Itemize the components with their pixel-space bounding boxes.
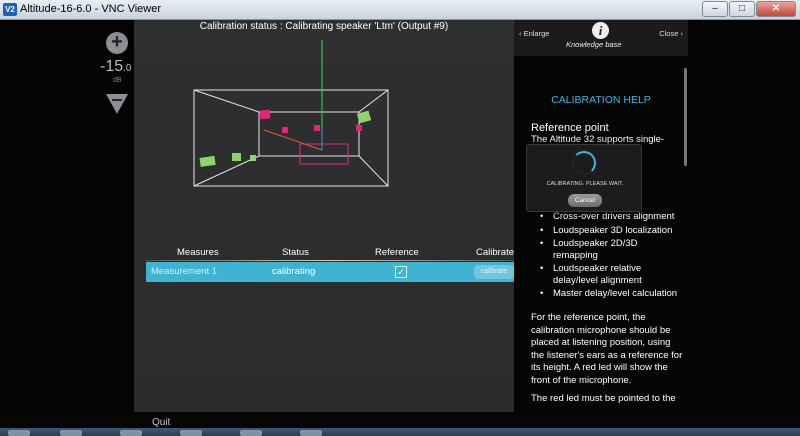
table-header-divider [146, 260, 514, 261]
info-icon: i [592, 22, 609, 39]
speakers-green [199, 110, 372, 167]
start-button[interactable] [8, 430, 30, 436]
vnc-viewer-window: V2 Altitude-16-6.0 - VNC Viewer – □ ✕ + … [0, 0, 800, 436]
room-back-wall [258, 111, 360, 157]
room-edge-tr [358, 89, 389, 113]
calibrate-button[interactable]: calibrate [474, 265, 514, 279]
close-label: Close [659, 29, 679, 38]
right-margin [688, 20, 800, 416]
cancel-button[interactable]: Cancel [568, 194, 602, 207]
measures-table-header: Measures Status Reference Calibrate [146, 246, 514, 260]
knowledge-base-title: Knowledge base [566, 40, 622, 49]
col-reference: Reference [375, 247, 419, 258]
taskbar-item[interactable] [180, 430, 202, 436]
knowledge-base-panel: ‹ Enlarge i Knowledge base Close › CALIB… [514, 20, 688, 416]
col-calibrate: Calibrate [476, 247, 515, 258]
kb-close-button[interactable]: Close › [659, 29, 683, 38]
speaker-marker [250, 155, 256, 161]
chevron-right-icon: › [678, 29, 683, 38]
minus-icon [112, 99, 122, 101]
list-item: Master delay/level calculation [538, 288, 678, 300]
taskbar-item[interactable] [240, 430, 262, 436]
minimize-button[interactable]: – [702, 1, 728, 17]
room-wireframe [193, 89, 389, 187]
taskbar-item[interactable] [60, 430, 82, 436]
speaker-marker [199, 155, 216, 167]
taskbar-item[interactable] [300, 430, 322, 436]
room-edge-br [358, 155, 389, 187]
close-window-button[interactable]: ✕ [756, 1, 796, 17]
measurement-status: calibrating [272, 266, 316, 277]
kb-scrollbar[interactable] [684, 68, 687, 166]
calibration-status: Calibration status : Calibrating speaker… [134, 20, 514, 34]
reference-checkbox[interactable]: ✓ [395, 266, 407, 278]
reference-point-title: Reference point [531, 122, 609, 134]
speakers-magenta [259, 109, 362, 133]
room-edge-tl [193, 89, 260, 113]
x-axis-line [263, 129, 323, 151]
table-row[interactable]: Measurement 1 calibrating ✓ calibrate [146, 262, 514, 282]
speaker-marker [232, 153, 241, 161]
col-status: Status [282, 247, 309, 258]
kb-paragraph: The red led must be pointed to the [531, 393, 676, 404]
list-item: Cross-over drivers alignment [538, 211, 678, 223]
enlarge-button[interactable]: ‹ Enlarge [519, 29, 549, 38]
vnc-logo-icon: V2 [3, 3, 17, 16]
main-panel: Calibration status : Calibrating speaker… [134, 20, 514, 412]
speaker-marker [259, 109, 271, 120]
room-3d-visualization [193, 40, 389, 187]
calibration-help-title: CALIBRATION HELP [551, 94, 651, 106]
calibration-status-value: Calibrating speaker 'Ltm' (Output #9) [285, 21, 449, 32]
volume-value: -15.0 [100, 58, 131, 76]
window-title: Altitude-16-6.0 - VNC Viewer [20, 3, 162, 15]
measurement-name: Measurement 1 [151, 266, 218, 277]
col-measures: Measures [177, 247, 219, 258]
speaker-marker [314, 125, 320, 131]
speaker-marker [282, 127, 288, 133]
list-item: Loudspeaker 2D/3D remapping [538, 238, 678, 261]
volume-unit: dB [113, 77, 122, 84]
maximize-button[interactable]: □ [729, 1, 755, 17]
speaker-marker [356, 125, 362, 131]
enlarge-label: Enlarge [523, 29, 550, 38]
taskbar-item[interactable] [120, 430, 142, 436]
knowledge-base-header: ‹ Enlarge i Knowledge base Close › [514, 20, 688, 56]
quit-button[interactable]: Quit [152, 417, 170, 428]
kb-feature-list: Cross-over drivers alignment Loudspeaker… [538, 211, 678, 302]
calibrating-dialog: CALIBRATING. PLEASE WAIT. Cancel [526, 144, 642, 212]
spinner-icon [572, 151, 596, 175]
window-controls: – □ ✕ [702, 1, 796, 17]
volume-value-decimal: .0 [123, 63, 132, 74]
kb-paragraph: For the reference point, the calibration… [531, 312, 683, 386]
calibrating-message: CALIBRATING. PLEASE WAIT. [546, 181, 624, 187]
calibration-status-label: Calibration status : [199, 21, 286, 32]
list-item: Loudspeaker 3D localization [538, 225, 678, 237]
window-titlebar: V2 Altitude-16-6.0 - VNC Viewer – □ ✕ [0, 0, 800, 20]
list-item: Loudspeaker relative delay/level alignme… [538, 263, 678, 286]
volume-value-int: -15 [100, 58, 124, 75]
listener-area [299, 143, 349, 165]
volume-up-button[interactable]: + [106, 32, 128, 54]
